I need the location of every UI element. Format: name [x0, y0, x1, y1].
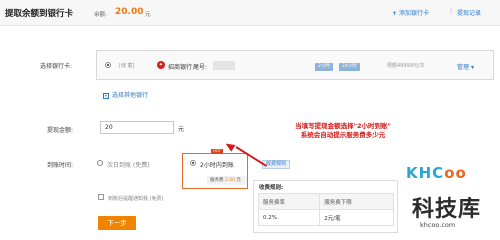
notify-checkbox[interactable]: [98, 194, 104, 200]
balance-label: 余额:: [94, 12, 107, 18]
service-fee-unit: 元: [236, 178, 241, 183]
select-other-bank-label: 选择其他银行: [112, 92, 149, 99]
page-title: 提取余额到银行卡: [5, 9, 74, 19]
select-card-label: 选择银行卡:: [40, 63, 73, 70]
tutorial-annotation: 当填写提现金额选择"2小时到账" 系统会自动提示服务费多少元: [268, 122, 418, 139]
table-header: 服务费率: [257, 193, 321, 210]
arrival-time-label: 到账时间:: [47, 162, 74, 169]
watermark: KHCoo 科技库 khcoo.com: [406, 162, 498, 236]
service-fee-display: 服务费 2.00 元: [207, 176, 247, 185]
next-day-option-label: 次日到账 (免费): [107, 162, 150, 169]
service-fee-value: 2.00: [224, 178, 235, 183]
table-row: 0.2% 2元/笔: [257, 209, 394, 226]
header-separator: |: [450, 8, 453, 15]
add-bank-card-label: 添加银行卡: [399, 10, 430, 17]
card-type: [储 蓄]: [119, 63, 135, 69]
watermark-text: 科技库: [412, 197, 482, 222]
header-bar: 提取余额到银行卡 余额: 20.00 元 + 添加银行卡 | 提现记录: [0, 0, 500, 26]
balance-unit: 元: [145, 12, 151, 18]
table-header-row: 服务费率 服务费下限: [257, 193, 394, 210]
next-day-radio[interactable]: [97, 160, 103, 166]
fee-rules-title: 收费规则:: [259, 185, 284, 191]
annotation-line-1: 当填写提现金额选择"2小时到账": [295, 122, 391, 130]
card-tail-number-masked: [213, 61, 235, 70]
two-hour-radio[interactable]: [190, 160, 196, 166]
add-bank-card-link[interactable]: + 添加银行卡: [392, 8, 429, 17]
amount-input[interactable]: 20: [100, 121, 174, 134]
fee-rules-table: 服务费率 服务费下限 0.2% 2元/笔: [257, 193, 394, 226]
card-tail-label: 尾号:: [193, 64, 208, 71]
table-cell: 0.2%: [257, 209, 321, 226]
arrival-badge-2h: 2小时: [315, 63, 333, 71]
service-fee-label: 服务费: [210, 178, 224, 183]
next-step-button[interactable]: 下一步: [98, 216, 136, 230]
annotation-arrow-head-icon: [223, 140, 236, 152]
card-radio[interactable]: [105, 62, 111, 68]
card-limit: 限额49999元/次: [387, 63, 425, 69]
balance-amount: 20.00: [115, 7, 144, 17]
table-cell: 2元/笔: [319, 209, 394, 226]
withdraw-records-link[interactable]: 提现记录: [457, 8, 481, 17]
fee-rules-panel: 收费规则: 服务费率 服务费下限 0.2% 2元/笔: [253, 180, 398, 233]
manage-label: 管理: [457, 64, 470, 71]
amount-label: 提现金额:: [47, 127, 74, 134]
bank-name: 招商银行: [168, 64, 193, 71]
bank-card-option[interactable]: [储 蓄] ✦ 招商银行 尾号: 2小时 24小时 限额49999元/次 管理 …: [96, 50, 494, 80]
notify-label: 到账后提醒通知我 (免费): [108, 196, 164, 202]
arrival-badge-24h: 24小时: [339, 63, 360, 71]
annotation-line-2: 系统会自动提示服务费多少元: [300, 130, 386, 139]
watermark-logo: KHCoo: [406, 164, 467, 182]
hot-tag: HOT: [211, 149, 223, 154]
plus-icon: +: [392, 10, 398, 17]
select-other-bank-link[interactable]: ▾ 选择其他银行: [103, 90, 148, 99]
bank-logo-icon: ✦: [157, 61, 165, 69]
manage-card-link[interactable]: 管理 ▾: [457, 62, 474, 71]
two-hour-option-label: 2小时内到账: [200, 162, 234, 169]
two-hour-option[interactable]: HOT 2小时内到账 服务费 2.00 元: [182, 149, 248, 189]
watermark-url: khcoo.com: [420, 221, 456, 229]
amount-unit: 元: [178, 126, 185, 133]
chevron-down-icon: ▾: [103, 92, 109, 99]
caret-down-icon: ▾: [470, 64, 474, 71]
table-header: 服务费下限: [319, 193, 394, 210]
